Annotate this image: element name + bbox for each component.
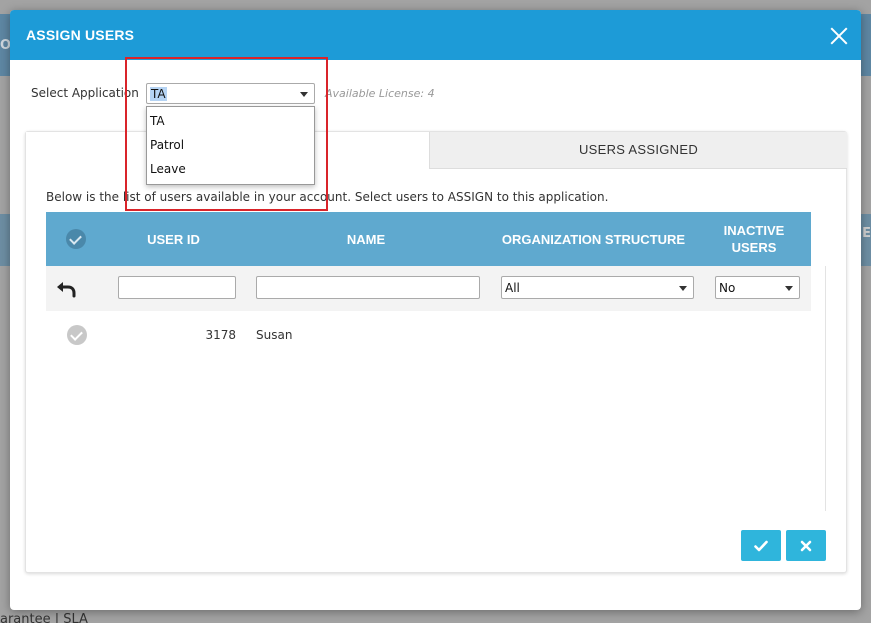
inactive-users-filter-select[interactable]: No: [715, 276, 800, 299]
application-option-patrol[interactable]: Patrol: [147, 133, 314, 157]
column-user-id[interactable]: USER ID: [106, 212, 241, 266]
inactive-users-filter-value: No: [719, 281, 736, 295]
users-grid: USER ID NAME ORGANIZATION STRUCTURE INAC…: [46, 212, 826, 511]
filter-row: All No: [46, 266, 811, 311]
column-organization-structure[interactable]: ORGANIZATION STRUCTURE: [496, 212, 691, 266]
undo-icon[interactable]: [54, 276, 78, 300]
checkmark-icon: [754, 540, 768, 551]
select-application-label: Select Application: [31, 86, 139, 100]
row-name: Susan: [256, 328, 293, 342]
column-inactive-users-line1: INACTIVE: [723, 223, 785, 238]
select-all-check-icon[interactable]: [66, 229, 86, 249]
row-check-icon[interactable]: [67, 325, 87, 345]
row-user-id: 3178: [205, 328, 236, 342]
available-license-text: Available License: 4: [325, 87, 435, 100]
column-name[interactable]: NAME: [256, 212, 476, 266]
select-all-cell: [46, 212, 106, 266]
confirm-button[interactable]: [741, 530, 781, 561]
organization-structure-filter-value: All: [505, 281, 520, 295]
chevron-down-icon: [300, 92, 308, 97]
column-inactive-users-line2: USERS: [731, 240, 777, 255]
user-id-filter-input[interactable]: [118, 276, 236, 299]
instructions-text: Below is the list of users available in …: [46, 190, 609, 204]
application-option-ta[interactable]: TA: [147, 109, 314, 133]
organization-structure-filter-select[interactable]: All: [501, 276, 694, 299]
cancel-button[interactable]: [786, 530, 826, 561]
close-icon: [800, 540, 812, 551]
background-footer-text: arantee | SLA: [0, 612, 88, 623]
application-selected-value: TA: [150, 87, 167, 101]
grid-scrollbar[interactable]: [825, 266, 826, 511]
tab-users-assigned[interactable]: USERS ASSIGNED: [429, 132, 847, 169]
application-dropdown: TA Patrol Leave: [146, 106, 315, 185]
users-panel: USERS ASSIGNED Below is the list of user…: [25, 131, 847, 573]
close-icon[interactable]: [829, 26, 849, 46]
column-inactive-users[interactable]: INACTIVE USERS: [714, 212, 794, 266]
chevron-down-icon: [785, 286, 793, 291]
chevron-down-icon: [679, 286, 687, 291]
modal-header: ASSIGN USERS: [10, 10, 861, 60]
name-filter-input[interactable]: [256, 276, 480, 299]
application-select[interactable]: TA: [146, 83, 315, 104]
grid-header: USER ID NAME ORGANIZATION STRUCTURE INAC…: [46, 212, 811, 266]
table-row[interactable]: 3178 Susan: [46, 321, 811, 347]
assign-users-modal: ASSIGN USERS Select Application TA Avail…: [10, 10, 861, 610]
grid-rows: 3178 Susan: [46, 266, 826, 511]
application-option-leave[interactable]: Leave: [147, 157, 314, 181]
modal-title: ASSIGN USERS: [26, 27, 135, 43]
